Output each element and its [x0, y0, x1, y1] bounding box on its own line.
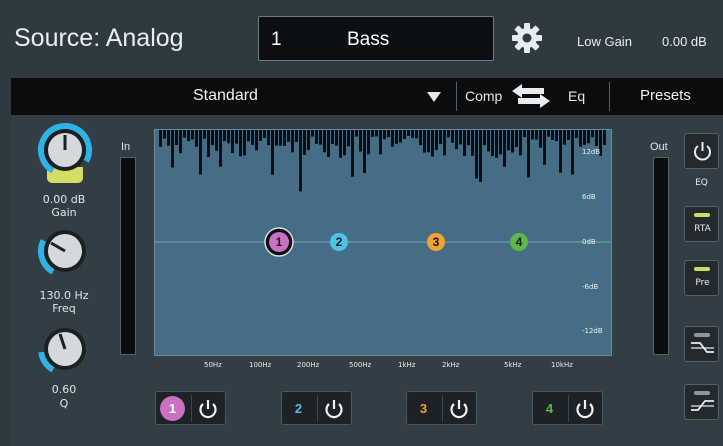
q-value: 0.60 [51, 383, 77, 396]
freq-label: 2kHz [442, 361, 460, 369]
band-button-2[interactable]: 2 [281, 391, 352, 425]
band-node-2[interactable]: 2 [330, 233, 348, 251]
band-node-3[interactable]: 3 [427, 233, 445, 251]
band-number: 2 [286, 396, 311, 421]
gain-value: 0.00 dB [42, 193, 86, 206]
eq-graph[interactable]: 1 2 3 4 12dB 6dB 0dB -6dB -12dB [154, 129, 612, 356]
input-meter-label: In [121, 141, 131, 153]
db-label: -12dB [582, 327, 603, 335]
rta-spectrum [159, 130, 606, 192]
band-node-label: 4 [516, 235, 523, 249]
db-label: 6dB [582, 193, 596, 201]
pre-label: Pre [695, 278, 710, 288]
output-meter-label: Out [650, 141, 668, 153]
band-number: 1 [160, 396, 185, 421]
header-bar: Source: Analog 1 Bass Low Gain 0.00 dB [0, 0, 723, 78]
divider [568, 395, 569, 422]
eq-graph-canvas: 1 2 3 4 [155, 130, 611, 257]
swap-arrows-icon [512, 84, 550, 108]
eq-power-button[interactable] [684, 133, 719, 169]
freq-label: 100Hz [249, 361, 272, 369]
low-shelf-led [694, 333, 710, 337]
db-label: 0dB [582, 238, 596, 246]
divider [456, 82, 457, 111]
freq-label: 50Hz [204, 361, 222, 369]
power-icon[interactable] [197, 398, 219, 420]
divider [609, 82, 610, 111]
toolbar: Standard Comp Eq Presets [11, 78, 723, 115]
q-label: Q [59, 397, 69, 410]
band-node-4[interactable]: 4 [510, 233, 528, 251]
q-knob[interactable]: 0.60 Q [24, 319, 104, 419]
band-node-label: 2 [336, 235, 343, 249]
band-button-3[interactable]: 3 [406, 391, 477, 425]
band-number: 4 [537, 396, 562, 421]
low-shelf-button[interactable] [684, 326, 719, 362]
low-gain-value[interactable]: 0.00 dB [662, 34, 707, 49]
band-node-label: 1 [276, 235, 283, 249]
preset-name: Standard [193, 87, 258, 104]
gain-knob[interactable]: 0.00 dB Gain [24, 123, 104, 223]
high-shelf-icon [691, 400, 714, 411]
band-node-1[interactable]: 1 [264, 227, 294, 257]
power-icon[interactable] [323, 398, 345, 420]
freq-label: 1kHz [398, 361, 416, 369]
rta-led [694, 213, 710, 217]
rta-button[interactable]: RTA [684, 206, 719, 242]
power-icon[interactable] [574, 398, 596, 420]
eq-label: EQ [695, 178, 708, 188]
presets-button[interactable]: Presets [613, 78, 723, 115]
channel-name: Bass [347, 29, 390, 50]
low-shelf-icon [691, 342, 714, 353]
comp-label: Comp [465, 88, 503, 104]
high-shelf-button[interactable] [684, 384, 719, 420]
power-icon[interactable] [448, 398, 470, 420]
knob-icon [38, 123, 92, 177]
knob-icon [38, 224, 92, 278]
gear-icon[interactable] [509, 20, 545, 56]
freq-value: 130.0 Hz [39, 289, 89, 302]
comp-eq-toggle[interactable]: Comp Eq [460, 78, 608, 115]
power-icon [694, 142, 711, 161]
freq-knob[interactable]: 130.0 Hz Freq [24, 221, 104, 321]
pre-led [694, 267, 710, 271]
high-shelf-led [694, 391, 710, 395]
divider [442, 395, 443, 422]
divider [191, 395, 192, 422]
chevron-down-icon [427, 92, 441, 102]
rta-label: RTA [694, 224, 711, 234]
presets-label: Presets [640, 87, 691, 104]
source-label: Source: Analog [14, 24, 184, 52]
db-label: -6dB [582, 283, 599, 291]
freq-label: 200Hz [297, 361, 320, 369]
freq-label: 5kHz [504, 361, 522, 369]
output-meter [653, 157, 669, 355]
freq-label: 500Hz [349, 361, 372, 369]
channel-number: 1 [271, 29, 282, 50]
preset-dropdown[interactable]: Standard [11, 78, 456, 115]
freq-label: 10kHz [551, 361, 573, 369]
low-gain-label: Low Gain [577, 34, 632, 49]
eq-panel: 0.00 dB Gain 130.0 Hz Freq 0.60 Q In 1 2 3 [11, 115, 723, 446]
knob-icon [38, 322, 92, 376]
divider [317, 395, 318, 422]
band-button-1[interactable]: 1 [155, 391, 226, 425]
pre-button[interactable]: Pre [684, 260, 719, 296]
freq-label: Freq [52, 302, 76, 315]
band-node-label: 3 [433, 235, 440, 249]
channel-name-field[interactable]: 1 Bass [258, 16, 494, 61]
gain-label: Gain [51, 206, 77, 219]
eq-label: Eq [568, 88, 586, 104]
band-button-4[interactable]: 4 [532, 391, 603, 425]
db-label: 12dB [582, 148, 601, 156]
band-number: 3 [411, 396, 436, 421]
input-meter [120, 157, 136, 355]
